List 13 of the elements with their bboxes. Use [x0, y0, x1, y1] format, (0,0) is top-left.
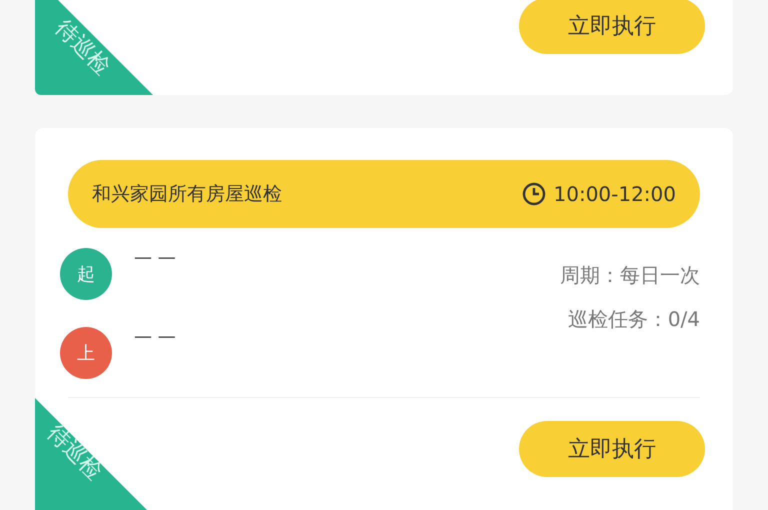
- point-badge: 起: [60, 248, 112, 300]
- point-name: — —: [134, 325, 176, 349]
- progress-text: 巡检任务：0/4: [568, 306, 700, 333]
- execute-button[interactable]: 立即执行: [519, 0, 705, 54]
- point-badge: 上: [60, 327, 112, 379]
- period-text: 周期：每日一次: [560, 262, 700, 289]
- status-label: 待巡检: [50, 16, 114, 80]
- execute-button[interactable]: 立即执行: [519, 421, 705, 477]
- time-range: 10:00-12:00: [554, 181, 676, 208]
- task-title: 和兴家园所有房屋巡检: [92, 182, 282, 207]
- clock-icon: [522, 182, 546, 206]
- status-label: 待巡检: [42, 422, 106, 484]
- point-name: — —: [134, 246, 176, 270]
